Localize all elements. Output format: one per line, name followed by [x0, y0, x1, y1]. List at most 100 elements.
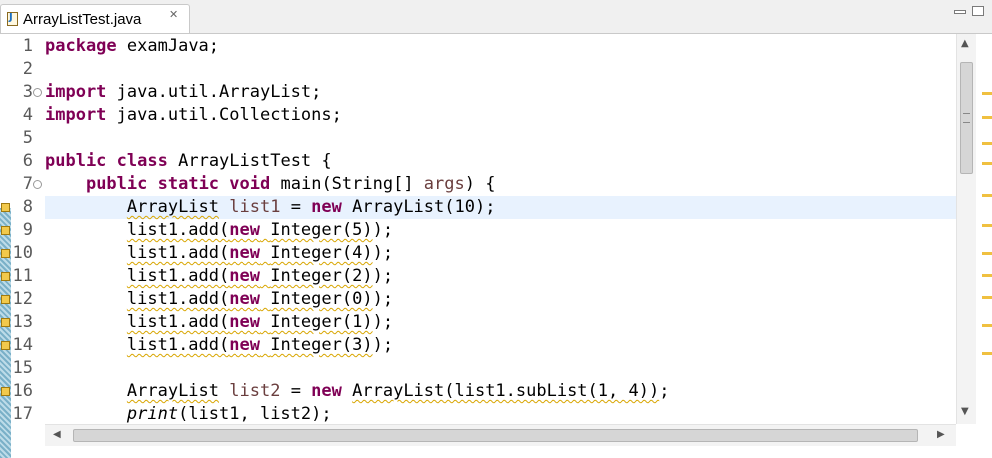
warning-marker[interactable]	[982, 92, 992, 95]
line-number: 5	[22, 128, 33, 148]
vertical-scrollbar[interactable]: ▲ ▼	[956, 34, 976, 424]
code-line: public class ArrayListTest {	[45, 150, 332, 173]
warning-icon[interactable]	[1, 226, 10, 235]
warning-marker[interactable]	[982, 252, 992, 255]
warning-marker[interactable]	[982, 224, 992, 227]
keyword: import	[45, 105, 107, 125]
tab-title: ArrayListTest.java	[23, 11, 142, 28]
keyword: new	[229, 312, 260, 332]
warning-marker[interactable]	[982, 324, 992, 327]
horizontal-scrollbar[interactable]: ◀ ▶	[45, 424, 956, 446]
warning-marker[interactable]	[982, 274, 992, 277]
warning-icon[interactable]	[1, 295, 10, 304]
tab-arraylisttest[interactable]: J ArrayListTest.java ✕	[0, 4, 190, 34]
warning-icon[interactable]	[1, 272, 10, 281]
line-number: 15	[12, 358, 33, 378]
code-line: ArrayList list2 = new ArrayList(list1.su…	[45, 380, 670, 403]
line-number: 2	[22, 59, 33, 79]
type-name: ArrayList	[126, 197, 220, 217]
warning-icon[interactable]	[1, 341, 10, 350]
code-text: =	[280, 381, 312, 401]
code-text: =	[280, 197, 312, 217]
java-file-icon: J	[7, 12, 18, 26]
warning-marker[interactable]	[982, 296, 992, 299]
code-line-current: ArrayList list1 = new ArrayList(10);	[45, 196, 496, 219]
variable: list2	[229, 381, 281, 401]
vertical-scroll-thumb[interactable]	[960, 62, 973, 174]
code-text: list1.add(	[126, 220, 230, 240]
horizontal-scroll-thumb[interactable]	[73, 429, 918, 442]
code-line: public static void main(String[] args) {	[45, 173, 496, 196]
warning-marker[interactable]	[982, 352, 992, 355]
scroll-down-arrow-icon[interactable]: ▼	[961, 406, 969, 417]
keyword: static	[157, 174, 220, 194]
code-line: list1.add(new Integer(5));	[45, 219, 393, 242]
code-text: ;	[659, 381, 670, 401]
code-text: list1.add(	[126, 289, 230, 309]
code-text: );	[372, 243, 394, 263]
keyword: public	[45, 151, 107, 171]
keyword: class	[116, 151, 168, 171]
code-line: import java.util.ArrayList;	[45, 81, 321, 104]
code-line: package examJava;	[45, 35, 219, 58]
keyword: new	[229, 220, 260, 240]
scroll-right-arrow-icon[interactable]: ▶	[937, 429, 945, 440]
code-text: );	[372, 220, 394, 240]
minimize-button[interactable]	[954, 10, 966, 14]
keyword: new	[311, 381, 342, 401]
import-target: java.util.Collections;	[116, 105, 342, 125]
fold-toggle-icon[interactable]	[33, 180, 42, 189]
line-number-gutter: 1 2 3 4 5 6 7 8 9 10 11 12 13 14 15 16 1…	[0, 34, 45, 458]
warning-marker[interactable]	[982, 116, 992, 119]
keyword: new	[229, 289, 260, 309]
fold-toggle-icon[interactable]	[33, 88, 42, 97]
warning-marker[interactable]	[982, 142, 992, 145]
code-text: (list1, list2);	[178, 404, 332, 424]
keyword: new	[229, 335, 260, 355]
code-text: );	[372, 335, 394, 355]
code-line: list1.add(new Integer(0));	[45, 288, 393, 311]
type-name: ArrayList	[126, 381, 220, 401]
warning-icon[interactable]	[1, 387, 10, 396]
code-text: ArrayList(10);	[352, 197, 496, 217]
method-call: print	[126, 404, 179, 424]
line-number: 7	[22, 174, 33, 194]
code-text: list1.add(	[126, 335, 230, 355]
warning-icon[interactable]	[1, 318, 10, 327]
maximize-button[interactable]	[972, 6, 984, 16]
parameter: args	[423, 174, 465, 194]
close-tab-icon[interactable]: ✕	[169, 8, 178, 21]
scroll-up-arrow-icon[interactable]: ▲	[961, 38, 969, 49]
code-text: list1.add(	[126, 266, 230, 286]
line-number: 17	[12, 404, 33, 424]
variable: list1	[229, 197, 281, 217]
warning-marker[interactable]	[982, 162, 992, 165]
code-text: Integer(5)	[270, 220, 373, 240]
code-text: Integer(4)	[270, 243, 373, 263]
package-name: examJava;	[126, 36, 220, 56]
warning-icon[interactable]	[1, 249, 10, 258]
grip-icon	[963, 113, 970, 123]
editor-tab-bar: J ArrayListTest.java ✕	[0, 0, 992, 34]
warning-icon[interactable]	[1, 203, 10, 212]
method-signature: main(String[]	[280, 174, 424, 194]
code-line: list1.add(new Integer(1));	[45, 311, 393, 334]
code-text: );	[372, 312, 394, 332]
overview-ruler[interactable]	[976, 34, 992, 424]
code-text: Integer(1)	[270, 312, 373, 332]
import-target: java.util.ArrayList;	[116, 82, 322, 102]
keyword: new	[229, 266, 260, 286]
scroll-left-arrow-icon[interactable]: ◀	[53, 429, 61, 440]
code-editor[interactable]: package examJava; import java.util.Array…	[45, 34, 956, 424]
code-line: list1.add(new Integer(3));	[45, 334, 393, 357]
code-text: );	[372, 266, 394, 286]
code-text: ) {	[464, 174, 496, 194]
line-number: 3	[22, 82, 33, 102]
keyword: public	[85, 174, 148, 194]
code-text: list1.add(	[126, 312, 230, 332]
keyword: new	[311, 197, 342, 217]
code-line: print(list1, list2);	[45, 403, 332, 424]
class-name: ArrayListTest {	[178, 151, 332, 171]
keyword: package	[45, 36, 117, 56]
warning-marker[interactable]	[982, 194, 992, 197]
